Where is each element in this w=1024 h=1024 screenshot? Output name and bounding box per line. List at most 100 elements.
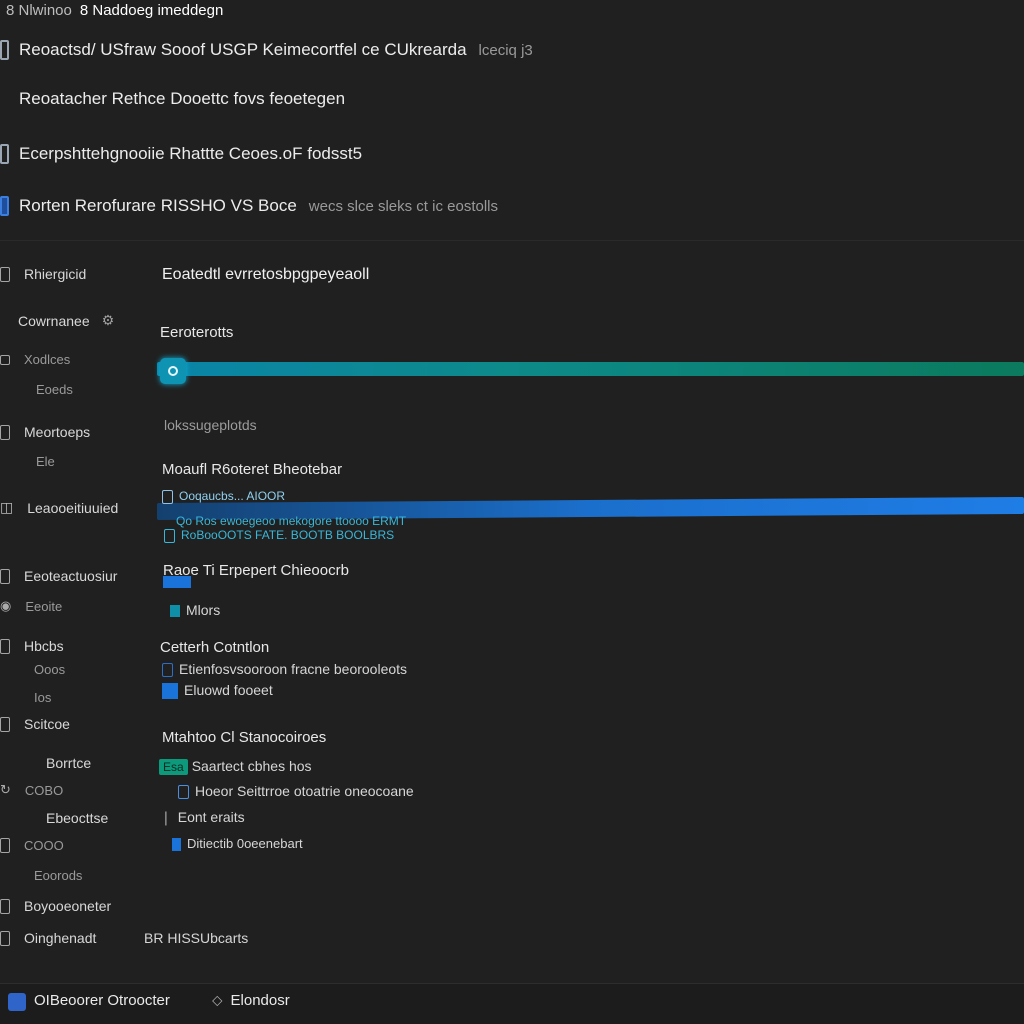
- sidebar-item-label: Oinghenadt: [24, 930, 97, 946]
- header-row-1[interactable]: Reoactsd/ USfraw Sooof USGP Keimecortfel…: [0, 40, 533, 60]
- sidebar-item-label: Ebeocttse: [46, 810, 109, 826]
- sidebar-item-14[interactable]: Boyooeoneter: [0, 898, 111, 914]
- sidebar-item-7[interactable]: ◉ Eeoite: [0, 598, 62, 614]
- sidebar-subitem-1[interactable]: Eoeds: [36, 382, 73, 397]
- section-label-1: Eeroterotts: [160, 324, 234, 341]
- document-icon: [0, 40, 9, 60]
- sidebar-item-label: Eeoite: [25, 598, 63, 614]
- section-label-5: Mtahtoo Cl Stanocoiroes: [162, 729, 327, 746]
- page-icon: [0, 638, 10, 654]
- list-item[interactable]: Etienfosvsooroon fracne beorooleots: [162, 661, 407, 678]
- section-label-4: Cetterh Cotntlon: [160, 639, 270, 656]
- list-item[interactable]: Hoeor Seittrroe otoatrie oneocoane: [178, 783, 414, 800]
- list-item[interactable]: Esa Saartect cbhes hos: [159, 758, 312, 776]
- sidebar-item-label: Hbcbs: [24, 638, 64, 654]
- progress-bar-primary[interactable]: [157, 362, 1024, 376]
- list-item[interactable]: Eluowd fooeet: [162, 682, 273, 700]
- app-logo-icon[interactable]: [8, 993, 26, 1011]
- blue-square-icon: [172, 838, 181, 852]
- header-row-label: Ecerpshttehgnooiie Rhattte Ceoes.oF fods…: [19, 144, 363, 163]
- section-subtext: lokssugeplotds: [164, 417, 257, 433]
- file-icon: [162, 489, 173, 504]
- link-icon: ◫: [0, 499, 14, 515]
- taskbar-item-1[interactable]: OIBeoorer Otroocter: [34, 992, 170, 1009]
- header-row-4[interactable]: Rorten Rerofurare RISSHO VS Boce wecs sl…: [0, 196, 498, 216]
- window-title-prefix: 8 Nlwinoo: [6, 2, 72, 19]
- sidebar-subitem-4[interactable]: Ios: [34, 690, 51, 705]
- header-row-extra: wecs slce sleks ct ic eostolls: [308, 197, 499, 215]
- sidebar-item-label: COOO: [24, 838, 64, 853]
- page-icon: [0, 838, 10, 853]
- sidebar-item-8[interactable]: Hbcbs: [0, 638, 64, 654]
- blue-square-icon: [162, 683, 178, 700]
- sidebar-subitem-2[interactable]: Ele: [36, 454, 55, 469]
- sidebar-item-label: Boyooeoneter: [24, 898, 112, 914]
- page-title: Eoatedtl evrretosbpgpeyeaoll: [162, 266, 370, 283]
- section3-color-chip: [163, 576, 191, 588]
- header-row-label: Rorten Rerofurare RISSHO VS Boce: [19, 196, 297, 215]
- sidebar-item-13[interactable]: COOO: [0, 838, 64, 853]
- sidebar-item-1[interactable]: Rhiergicid: [0, 266, 86, 282]
- link-line-2[interactable]: RoBooOOTS FATE. BOOTB BOOLBRS: [164, 528, 394, 543]
- file-icon: [164, 528, 175, 543]
- sidebar-item-12[interactable]: Ebeocttse: [46, 810, 108, 826]
- page-icon: [0, 716, 10, 732]
- sidebar-item-label: Rhiergicid: [24, 266, 87, 282]
- sidebar-item-3[interactable]: Xodlces: [0, 352, 70, 367]
- dot-icon: ⬦: [212, 992, 223, 1009]
- header-row-label: Reoatacher Rethce Dooettc fovs feoetegen: [19, 89, 346, 108]
- header-row-3[interactable]: Ecerpshttehgnooiie Rhattte Ceoes.oF fods…: [0, 144, 362, 164]
- sidebar-item-9[interactable]: Scitcoe: [0, 716, 70, 732]
- header-row-2[interactable]: Reoatacher Rethce Dooettc fovs feoetegen: [0, 89, 345, 109]
- file-icon: [178, 785, 189, 800]
- sidebar-item-label: Eeoteactuosiur: [24, 568, 118, 584]
- sidebar-item-label: Ele: [36, 454, 55, 469]
- progress-status-icon[interactable]: [160, 358, 186, 384]
- page-icon: [0, 266, 10, 282]
- header-divider: [0, 240, 1024, 241]
- sidebar-item-label: Cowrnanee: [18, 312, 90, 329]
- list-item[interactable]: Ditiectib 0oeenebart: [172, 836, 303, 852]
- sidebar-item-label: Meortoeps: [24, 424, 91, 440]
- blank-icon: [0, 89, 9, 109]
- sidebar-item-label: Ooos: [34, 662, 66, 677]
- sidebar-subitem-3[interactable]: Ooos: [34, 662, 65, 677]
- sidebar-item-11[interactable]: ↻ COBO: [0, 782, 63, 798]
- sidebar-item-label: Eoorods: [34, 868, 83, 883]
- folder-icon: [170, 605, 180, 618]
- sidebar-item-label: Leaooeitiuuied: [27, 499, 119, 516]
- sidebar-subitem-5[interactable]: Eoorods: [34, 868, 82, 883]
- sidebar-item-15[interactable]: Oinghenadt: [0, 930, 96, 946]
- page-icon: [0, 568, 10, 584]
- sidebar-item-2[interactable]: Cowrnanee ⚙: [18, 312, 114, 329]
- list-item[interactable]: ❘ Eont eraits: [160, 809, 245, 826]
- window-title-text: 8 Naddoeg imeddegn: [79, 2, 224, 19]
- circle-icon: ◉: [0, 598, 12, 613]
- window-title: 8 Nlwinoo 8 Naddoeg imeddegn: [6, 2, 223, 19]
- collapse-icon: [0, 354, 10, 365]
- sidebar-item-label: COBO: [24, 782, 64, 798]
- section-label-2: Moaufl R6oteret Bheotebar: [162, 461, 343, 478]
- document-icon: [0, 144, 9, 164]
- list-item[interactable]: Mlors: [170, 602, 220, 618]
- taskbar-item-2[interactable]: ⬦ Elondosr: [212, 992, 290, 1009]
- settings-icon: ⚙: [101, 312, 115, 328]
- bracket-icon: ❘: [160, 809, 172, 825]
- refresh-icon: ↻: [0, 782, 11, 797]
- sidebar-item-6[interactable]: Eeoteactuosiur: [0, 568, 117, 584]
- sidebar-item-5[interactable]: ◫ Leaooeitiuuied: [0, 499, 118, 516]
- bottom-status-text: BR HISSUbcarts: [144, 930, 249, 946]
- sidebar-item-4[interactable]: Meortoeps: [0, 424, 90, 440]
- link-line[interactable]: Qo Ros ewoegeoo mekogore ttoooo ERMT: [176, 514, 406, 528]
- sidebar-item-label: Xodlces: [24, 352, 71, 367]
- header-row-extra: lceciq j3: [478, 41, 533, 59]
- file-icon: [162, 663, 173, 678]
- blue-document-icon: [0, 196, 9, 216]
- sidebar-item-label: Borrtce: [46, 755, 92, 771]
- sidebar-item-label: Eoeds: [36, 382, 73, 397]
- sidebar-item-10[interactable]: Borrtce: [46, 755, 91, 771]
- header-row-label: Reoactsd/ USfraw Sooof USGP Keimecortfel…: [19, 40, 467, 59]
- page-icon: [0, 898, 10, 914]
- sidebar-item-label: Ios: [34, 690, 52, 705]
- status-badge: Esa: [159, 759, 188, 776]
